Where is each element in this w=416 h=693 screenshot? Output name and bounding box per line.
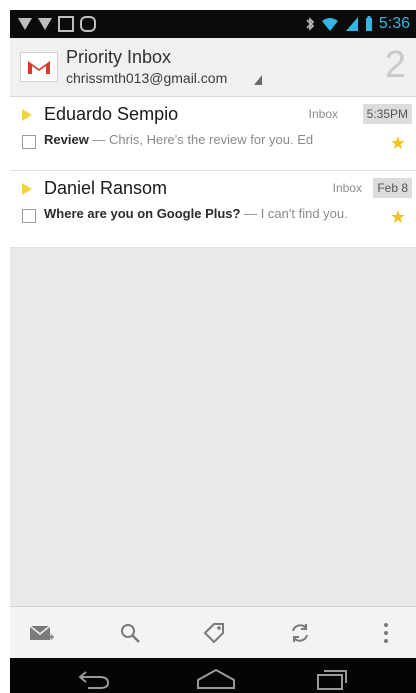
status-time: 5:36 (378, 15, 410, 32)
label-icon[interactable] (200, 619, 228, 647)
gallery-icon (58, 16, 74, 32)
system-icons: 5:36 (305, 15, 410, 33)
message-sender: Eduardo Sempio (44, 104, 179, 124)
star-icon[interactable]: ★ (390, 207, 406, 228)
inbox-title: Priority Inbox (66, 47, 172, 67)
chat-icon (80, 16, 96, 32)
account-email: chrissmth013@gmail.com (66, 70, 228, 86)
message-sender: Daniel Ransom (44, 178, 168, 198)
gmail-logo-icon (20, 52, 58, 82)
twitter-icon (18, 18, 32, 30)
home-icon[interactable] (194, 666, 235, 692)
compose-icon[interactable] (28, 619, 56, 647)
battery-icon (365, 16, 372, 31)
message-preview: — Chris, Here's the review for you. Ed (88, 132, 314, 147)
message-row[interactable]: Daniel Ransom Inbox Feb 8 Where are you … (10, 171, 416, 248)
message-label: Inbox (308, 107, 338, 121)
screenshot-frame: 5:36 Priority Inbox chrissmth013@gmail.c… (0, 0, 416, 693)
message-snippet: Review — Chris, Here's the review for yo… (44, 131, 354, 148)
important-marker-icon[interactable] (22, 109, 32, 121)
select-checkbox[interactable] (22, 135, 36, 149)
wifi-icon (321, 18, 338, 31)
notification-icons (18, 16, 96, 32)
unread-count: 2 (384, 44, 406, 86)
star-icon[interactable]: ★ (390, 133, 406, 154)
message-subject: Review (44, 132, 89, 147)
status-bar: 5:36 (10, 10, 416, 38)
bluetooth-icon (306, 17, 314, 31)
recents-icon[interactable] (312, 666, 352, 692)
overflow-menu-icon[interactable] (372, 619, 400, 647)
message-label: Inbox (332, 181, 362, 195)
system-nav-bar (10, 658, 416, 693)
message-time: Feb 8 (373, 178, 412, 198)
select-checkbox[interactable] (22, 209, 36, 223)
inbox-header[interactable]: Priority Inbox chrissmth013@gmail.com 2 (10, 38, 416, 97)
twitter-icon-2 (38, 18, 52, 30)
important-marker-icon[interactable] (22, 183, 32, 195)
message-list: Eduardo Sempio Inbox 5:35PM Review — Chr… (10, 97, 416, 248)
message-preview: — I can't find you. (240, 206, 348, 221)
signal-icon (345, 17, 358, 31)
message-row[interactable]: Eduardo Sempio Inbox 5:35PM Review — Chr… (10, 97, 416, 171)
back-icon[interactable] (74, 666, 114, 692)
account-dropdown-icon[interactable] (254, 75, 262, 85)
phone-screen: 5:36 Priority Inbox chrissmth013@gmail.c… (10, 10, 416, 693)
gmail-m-icon (28, 61, 50, 74)
refresh-icon[interactable] (286, 619, 314, 647)
bottom-action-bar (10, 606, 416, 659)
message-subject: Where are you on Google Plus? (44, 206, 241, 221)
search-icon[interactable] (116, 619, 144, 647)
message-time: 5:35PM (362, 104, 412, 124)
message-snippet: Where are you on Google Plus? — I can't … (44, 205, 354, 222)
